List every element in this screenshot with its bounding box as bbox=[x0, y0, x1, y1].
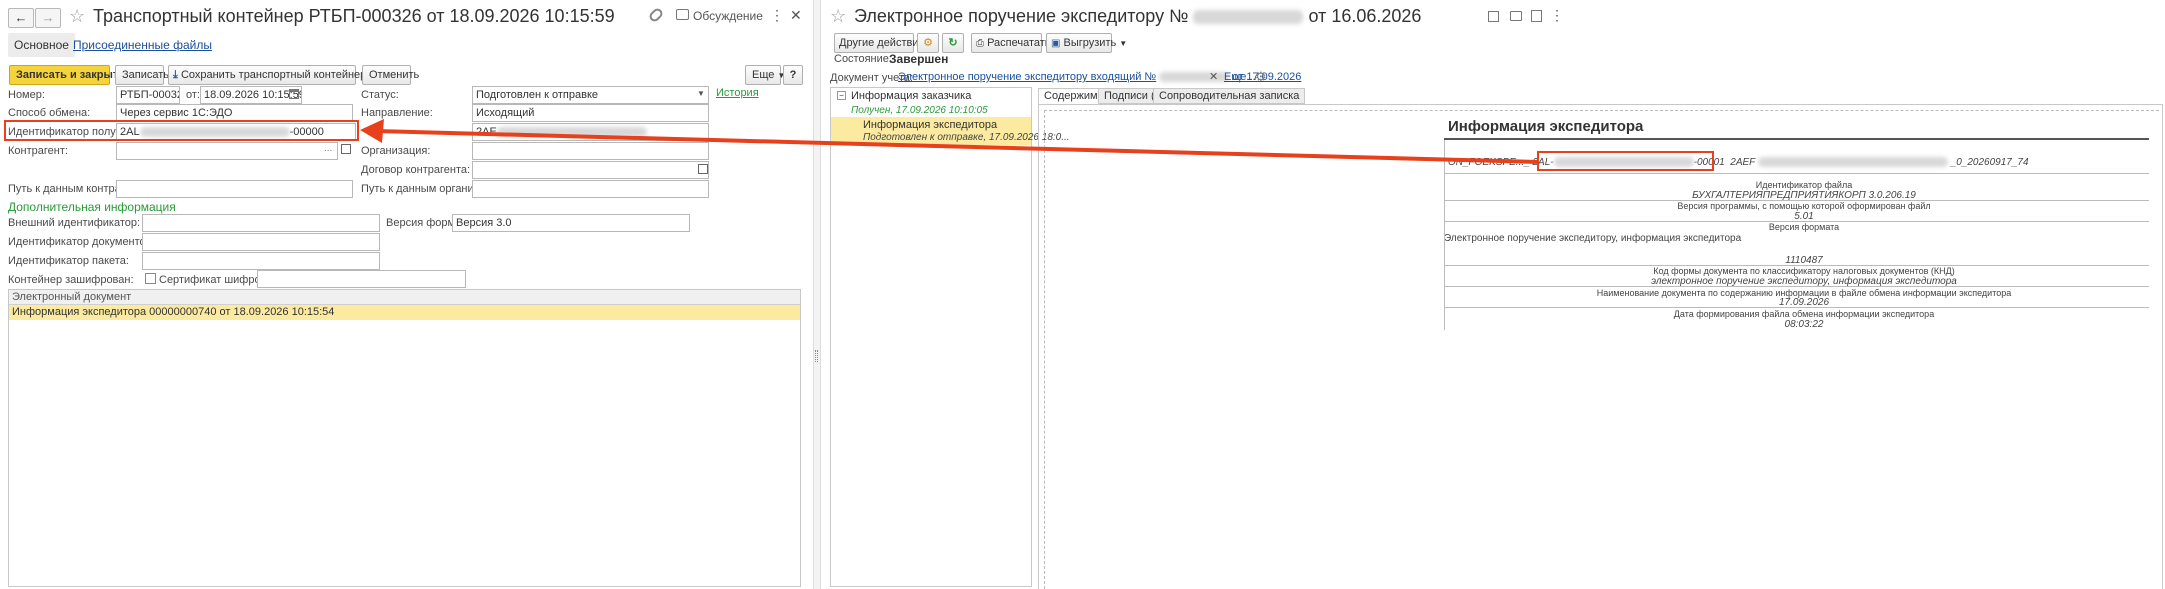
annotation-arrow bbox=[360, 119, 1540, 164]
